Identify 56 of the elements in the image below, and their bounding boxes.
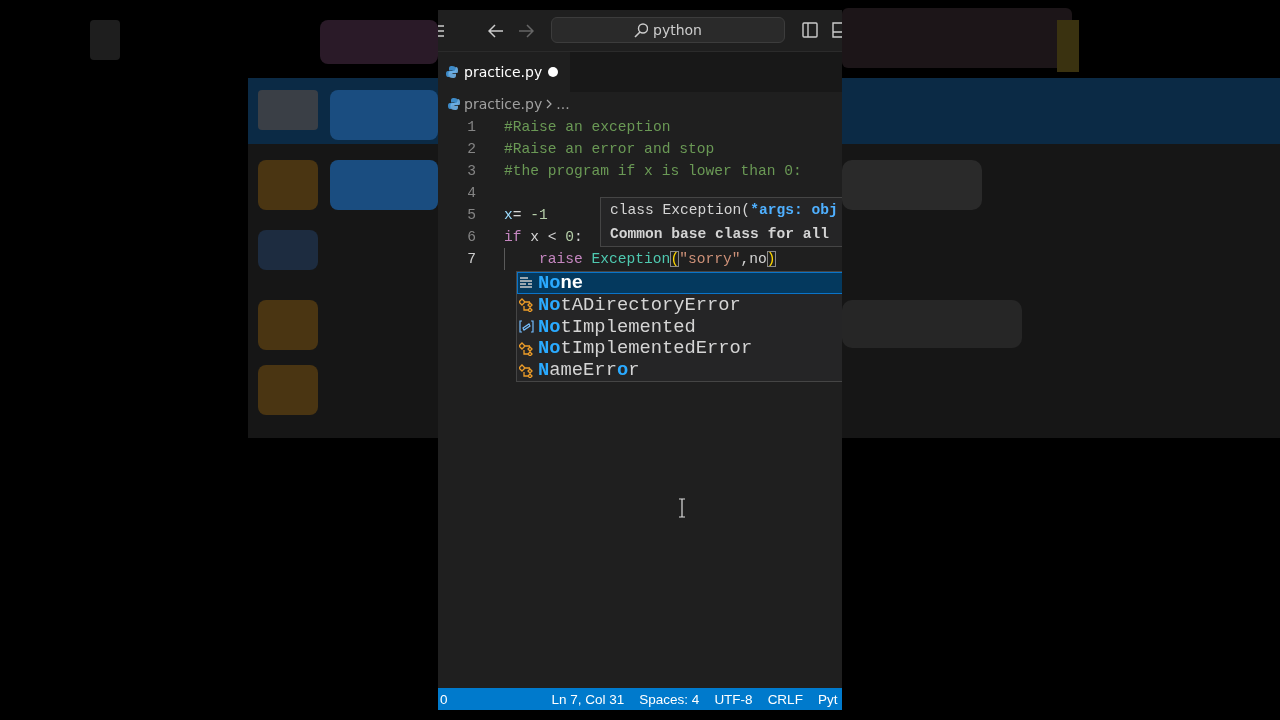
file-tab[interactable]: practice.py — [438, 52, 571, 92]
code-token: ,no — [740, 251, 767, 267]
python-file-icon — [448, 98, 460, 110]
suggestion-item[interactable]: NotImplemented — [517, 315, 842, 338]
python-file-icon — [446, 66, 458, 78]
status-item[interactable]: Pyt — [817, 691, 838, 707]
menu-icon[interactable] — [438, 25, 444, 37]
tooltip-text: *args: obj — [750, 202, 838, 218]
code-token: raise — [539, 251, 583, 267]
status-item[interactable]: UTF-8 — [714, 691, 753, 707]
code-token: -1 — [530, 207, 548, 223]
code-token: if — [504, 229, 522, 245]
tooltip-text: class Exception( — [610, 202, 751, 218]
code-token: Exception — [591, 251, 671, 267]
split-layout-icon[interactable] — [802, 22, 818, 38]
suggestion-item[interactable]: NameError — [517, 359, 842, 381]
code-token: : — [574, 229, 583, 245]
suggestion-item[interactable]: None — [517, 272, 842, 294]
tooltip-text: Common base class for all — [610, 226, 829, 242]
code-token: 0 — [565, 229, 575, 245]
line-number: 3 — [466, 163, 477, 179]
back-arrow-icon[interactable] — [488, 24, 504, 38]
status-item[interactable]: Ln 7, Col 31 — [551, 691, 625, 707]
code-token: #the program if x is lower than 0: — [504, 163, 802, 179]
text-cursor-icon — [678, 498, 686, 518]
status-item[interactable]: 0 — [438, 691, 448, 707]
suggestion-item[interactable]: NotADirectoryError — [517, 293, 842, 316]
status-item[interactable]: CRLF — [767, 691, 803, 707]
keyword-icon — [519, 275, 534, 291]
code-token: #Raise an error and stop — [504, 141, 715, 157]
class-icon — [519, 362, 534, 378]
line-number: 1 — [466, 119, 477, 135]
line-number: 2 — [466, 141, 477, 157]
class-icon — [519, 340, 534, 356]
breadcrumb-item[interactable]: practice.py — [464, 96, 543, 112]
search-icon — [634, 22, 648, 38]
code-token: #Raise an exception — [504, 119, 671, 135]
variable-icon — [519, 319, 534, 334]
code-token: = — [512, 207, 523, 223]
code-token: "sorry" — [679, 251, 741, 267]
code-token: x < — [529, 229, 558, 245]
bracket: ( — [670, 251, 680, 267]
line-number: 7 — [466, 251, 477, 267]
line-number: 6 — [466, 229, 477, 245]
bracket: ) — [766, 251, 776, 267]
line-number: 4 — [466, 185, 477, 201]
panel-layout-icon[interactable] — [832, 22, 842, 38]
chevron-icon — [546, 99, 553, 109]
line-number: 5 — [466, 207, 477, 223]
forward-arrow-icon[interactable] — [518, 24, 534, 38]
code-token: x — [504, 207, 513, 223]
search-field[interactable]: python — [551, 17, 785, 43]
class-icon — [519, 297, 534, 313]
suggestion-item[interactable]: NotImplementedError — [517, 337, 842, 360]
status-item[interactable]: Spaces: 4 — [639, 691, 700, 707]
breadcrumb-item[interactable]: ... — [556, 96, 570, 112]
